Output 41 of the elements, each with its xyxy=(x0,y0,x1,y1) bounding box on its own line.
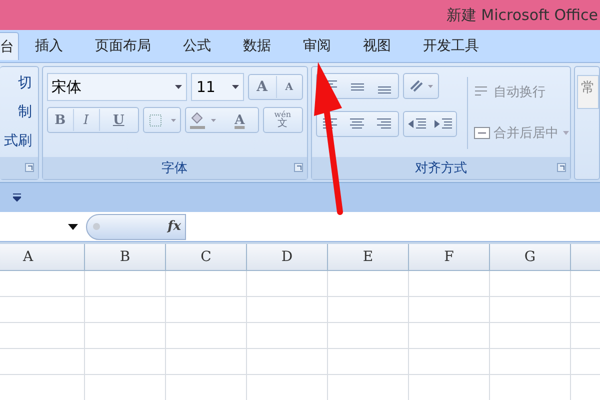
ribbon-tab[interactable]: 数据 xyxy=(227,32,287,60)
column-header[interactable]: D xyxy=(247,244,328,270)
ribbon-tab[interactable]: 开发工具 xyxy=(407,32,495,60)
ribbon-tab[interactable]: 审阅 xyxy=(287,32,347,60)
ribbon-tab[interactable]: 台 xyxy=(0,32,19,60)
dialog-launcher-icon[interactable] xyxy=(557,163,566,172)
grip-dot-icon xyxy=(92,222,101,231)
font-style-button[interactable]: U xyxy=(100,109,138,131)
caret-icon xyxy=(562,130,569,134)
grow-font-button[interactable]: A xyxy=(248,76,277,98)
phonetic-button[interactable]: wén 文 xyxy=(264,109,302,131)
caret-icon xyxy=(68,224,78,230)
caret-icon xyxy=(232,85,239,89)
dialog-launcher-icon[interactable] xyxy=(294,163,303,172)
window-title: 新建 Microsoft Office xyxy=(446,6,599,24)
font-style-button[interactable]: I xyxy=(74,109,100,131)
column-header[interactable]: A xyxy=(0,244,85,270)
wrap-text-icon xyxy=(474,86,490,98)
clipboard-button[interactable]: 式刷 xyxy=(0,132,32,150)
clipboard-button[interactable]: 切 xyxy=(0,74,32,92)
font-style-button[interactable]: B xyxy=(48,109,74,131)
insert-function-button[interactable]: fx xyxy=(164,219,185,234)
column-header[interactable]: C xyxy=(166,244,247,270)
ribbon-tab[interactable]: 页面布局 xyxy=(79,32,167,60)
customize-toolbar-icon[interactable] xyxy=(13,193,21,202)
column-header[interactable]: E xyxy=(328,244,409,270)
group-label: 对齐方式 xyxy=(414,160,467,177)
font-size-dropdown[interactable]: 11 xyxy=(191,73,244,101)
column-header[interactable]: B xyxy=(85,244,166,270)
dialog-launcher-icon[interactable] xyxy=(24,163,34,172)
ribbon-tab[interactable]: 视图 xyxy=(347,32,407,60)
clipboard-button[interactable]: 制 xyxy=(0,102,32,121)
group-label: 字体 xyxy=(162,160,188,177)
merge-cells-icon xyxy=(474,126,490,138)
shrink-font-button[interactable]: A xyxy=(276,76,302,98)
ribbon-tab[interactable]: 插入 xyxy=(19,32,79,60)
column-header[interactable]: G xyxy=(490,244,571,270)
caret-icon xyxy=(175,85,182,89)
column-header[interactable]: F xyxy=(409,244,490,270)
font-name-dropdown[interactable]: 宋体 xyxy=(46,73,188,101)
ribbon-tab[interactable]: 公式 xyxy=(167,32,227,60)
